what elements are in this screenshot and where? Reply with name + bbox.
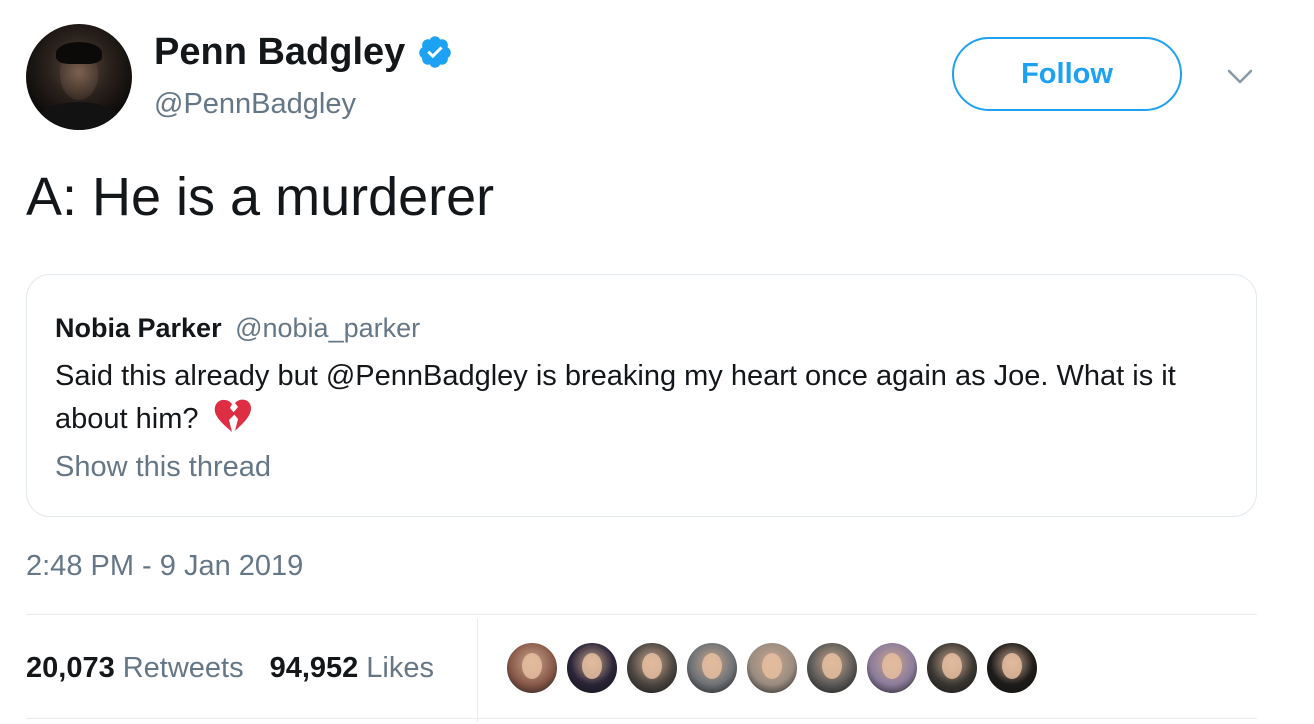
- liker-face: [1002, 653, 1022, 679]
- liker-avatar-7[interactable]: [865, 641, 919, 695]
- chevron-down-icon[interactable]: [1226, 68, 1254, 86]
- liker-avatar-5[interactable]: [745, 641, 799, 695]
- quoted-author-name: Nobia Parker: [55, 313, 222, 343]
- divider-top: [26, 614, 1257, 615]
- engagement-stats: 20,073 Retweets 94,952 Likes: [26, 648, 434, 688]
- liker-avatar-1[interactable]: [505, 641, 559, 695]
- liker-avatar-8[interactable]: [925, 641, 979, 695]
- avatar-hair: [56, 42, 102, 64]
- retweets-label[interactable]: Retweets: [123, 648, 244, 688]
- liker-face: [702, 653, 722, 679]
- liker-face: [942, 653, 962, 679]
- likes-label[interactable]: Likes: [366, 648, 434, 688]
- tweet-timestamp[interactable]: 2:48 PM - 9 Jan 2019: [26, 550, 303, 583]
- liker-avatar-9[interactable]: [985, 641, 1039, 695]
- divider-bottom: [26, 718, 1257, 719]
- stats-separator: [477, 618, 478, 722]
- liker-face: [582, 653, 602, 679]
- liker-face: [882, 653, 902, 679]
- author-display-name[interactable]: Penn Badgley: [154, 30, 405, 74]
- quoted-author-handle: @nobia_parker: [235, 313, 421, 343]
- liker-face: [822, 653, 842, 679]
- liker-face: [642, 653, 662, 679]
- liker-face: [522, 653, 542, 679]
- quoted-tweet-header: Nobia Parker @nobia_parker: [55, 311, 420, 345]
- liker-avatars: [505, 641, 1045, 695]
- liker-avatar-4[interactable]: [685, 641, 739, 695]
- liker-avatar-6[interactable]: [805, 641, 859, 695]
- tweet-text: A: He is a murderer: [26, 167, 495, 227]
- liker-avatar-2[interactable]: [565, 641, 619, 695]
- broken-heart-icon: [214, 399, 251, 432]
- author-name-row: Penn Badgley: [154, 30, 453, 74]
- likes-count[interactable]: 94,952: [270, 648, 359, 688]
- quoted-tweet-card[interactable]: Nobia Parker @nobia_parker Said this alr…: [26, 274, 1257, 517]
- avatar-shoulders: [36, 102, 122, 130]
- quoted-tweet-text-block: Said this already but @PennBadgley is br…: [55, 355, 1235, 441]
- follow-button[interactable]: Follow: [952, 37, 1182, 111]
- liker-avatar-3[interactable]: [625, 641, 679, 695]
- show-thread-link[interactable]: Show this thread: [55, 451, 271, 484]
- retweets-count[interactable]: 20,073: [26, 648, 115, 688]
- liker-face: [762, 653, 782, 679]
- author-handle[interactable]: @PennBadgley: [154, 88, 356, 121]
- author-avatar[interactable]: [26, 24, 132, 130]
- verified-badge-icon: [419, 36, 452, 68]
